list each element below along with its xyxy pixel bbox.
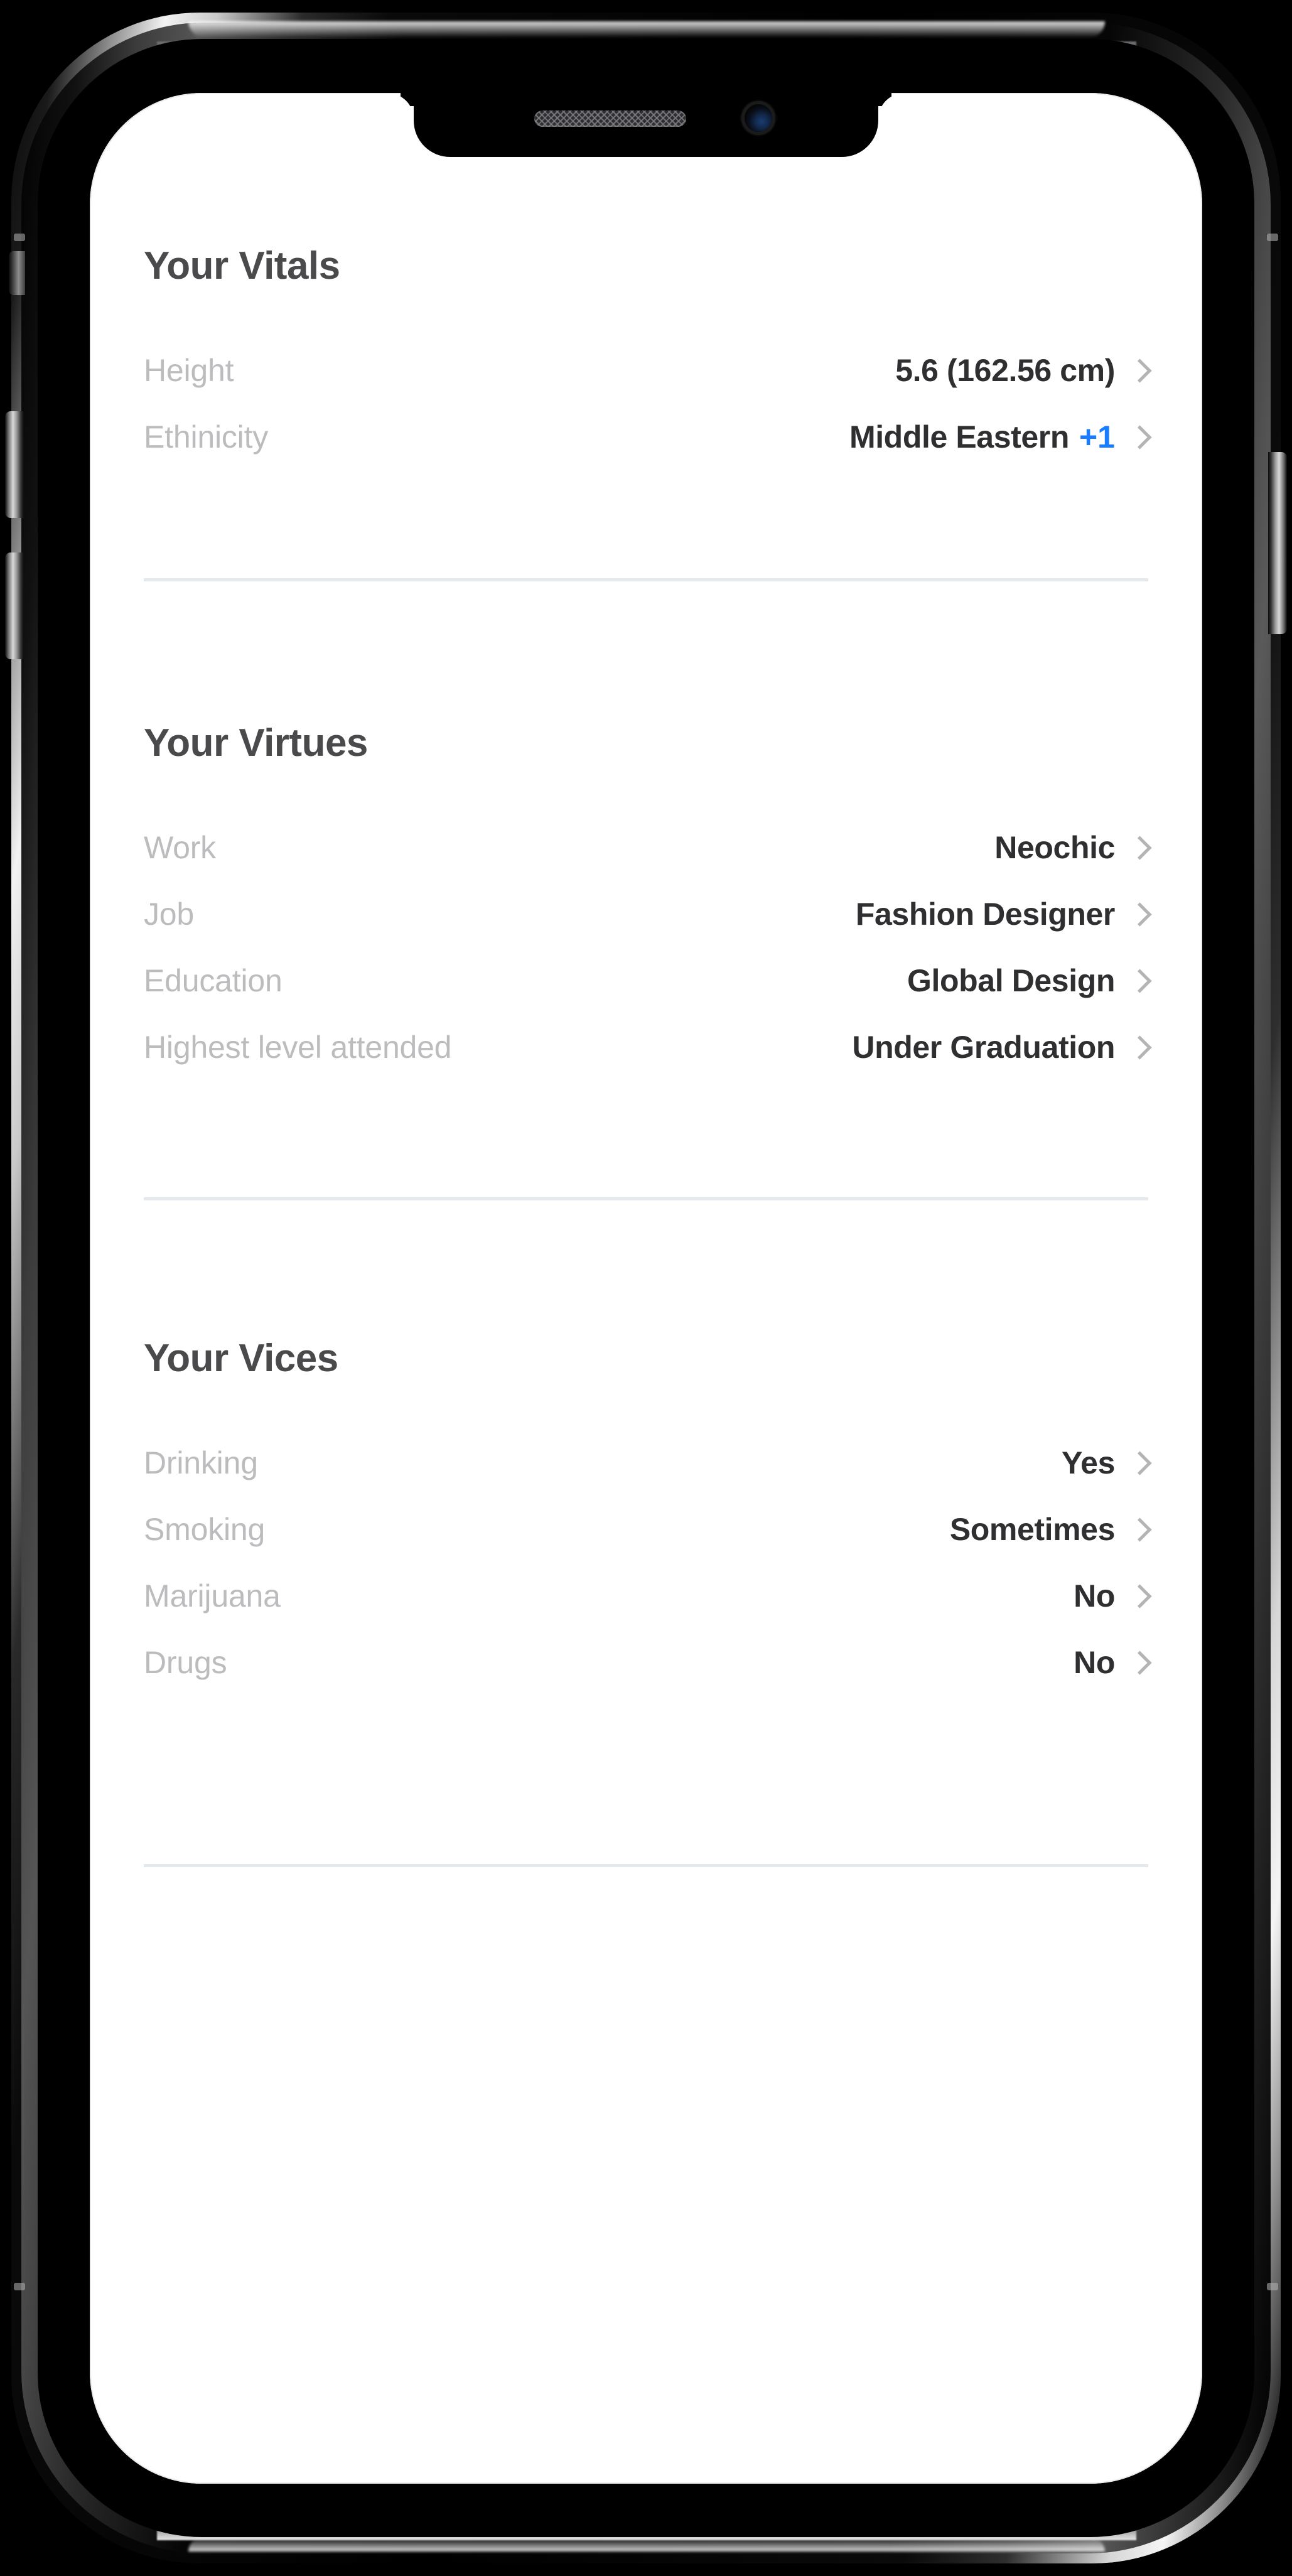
chevron-right-icon — [1128, 1583, 1152, 1609]
row-work[interactable]: Work Neochic — [144, 814, 1152, 881]
row-value: Neochic — [994, 830, 1115, 865]
row-label: Job — [144, 897, 195, 932]
rows-vitals: Height 5.6 (162.56 cm) Ethinicity Middle… — [144, 337, 1152, 470]
frame-top-highlight — [188, 21, 1105, 38]
row-right: Middle Eastern +1 — [849, 419, 1152, 455]
row-smoking[interactable]: Smoking Sometimes — [144, 1496, 1152, 1563]
row-height[interactable]: Height 5.6 (162.56 cm) — [144, 337, 1152, 404]
row-highest-level-attended[interactable]: Highest level attended Under Graduation — [144, 1014, 1152, 1081]
row-ethinicity[interactable]: Ethinicity Middle Eastern +1 — [144, 404, 1152, 470]
antenna-band-right-bottom — [1267, 2283, 1278, 2290]
chevron-right-icon — [1128, 1517, 1152, 1542]
phone-screen: Your Vitals Height 5.6 (162.56 cm) Ethin… — [90, 93, 1202, 2484]
row-value: No — [1074, 1645, 1115, 1680]
row-right: No — [1074, 1578, 1152, 1614]
section-vices: Your Vices Drinking Yes Smoking Sometime… — [144, 1200, 1152, 1867]
row-job[interactable]: Job Fashion Designer — [144, 881, 1152, 947]
row-extra-count-badge: +1 — [1079, 419, 1115, 455]
row-label: Education — [144, 963, 283, 998]
antenna-band-left-top — [14, 234, 25, 241]
row-value: No — [1074, 1578, 1115, 1614]
row-education[interactable]: Education Global Design — [144, 947, 1152, 1014]
row-value: Middle Eastern — [849, 419, 1069, 455]
chevron-right-icon — [1128, 902, 1152, 927]
row-label: Drinking — [144, 1445, 258, 1480]
antenna-band-right-top — [1267, 234, 1278, 241]
row-right: No — [1074, 1644, 1152, 1681]
row-right: Under Graduation — [852, 1029, 1152, 1065]
rows-vices: Drinking Yes Smoking Sometimes Marijuana… — [144, 1430, 1152, 1696]
chevron-right-icon — [1128, 1450, 1152, 1475]
row-label: Height — [144, 353, 234, 388]
chevron-right-icon — [1128, 424, 1152, 450]
row-label: Drugs — [144, 1645, 227, 1680]
row-right: Neochic — [994, 829, 1152, 866]
frame-bottom-highlight — [188, 2538, 1105, 2552]
antenna-band-left-bottom — [14, 2283, 25, 2290]
row-label: Work — [144, 830, 216, 865]
row-marijuana[interactable]: Marijuana No — [144, 1563, 1152, 1629]
row-right: 5.6 (162.56 cm) — [895, 352, 1152, 389]
row-value: Fashion Designer — [855, 897, 1116, 932]
row-drinking[interactable]: Drinking Yes — [144, 1430, 1152, 1496]
row-right: Global Design — [907, 962, 1152, 999]
row-value: 5.6 (162.56 cm) — [895, 353, 1115, 388]
section-vitals: Your Vitals Height 5.6 (162.56 cm) Ethin… — [144, 93, 1152, 581]
earpiece-speaker-icon — [534, 110, 686, 127]
row-right: Yes — [1061, 1445, 1152, 1481]
row-right: Fashion Designer — [855, 896, 1152, 932]
volume-up-button[interactable] — [5, 411, 24, 518]
row-right: Sometimes — [949, 1511, 1152, 1548]
row-drugs[interactable]: Drugs No — [144, 1629, 1152, 1696]
row-label: Smoking — [144, 1512, 266, 1547]
chevron-right-icon — [1128, 835, 1152, 860]
section-title-vitals: Your Vitals — [144, 244, 340, 288]
chevron-right-icon — [1128, 968, 1152, 993]
volume-down-button[interactable] — [5, 552, 24, 659]
row-value: Under Graduation — [852, 1030, 1115, 1065]
row-value: Global Design — [907, 963, 1115, 998]
screenshot-stage: Your Vitals Height 5.6 (162.56 cm) Ethin… — [0, 0, 1292, 2576]
chevron-right-icon — [1128, 1650, 1152, 1675]
row-label: Highest level attended — [144, 1030, 452, 1065]
profile-details-page: Your Vitals Height 5.6 (162.56 cm) Ethin… — [90, 93, 1202, 2484]
rows-virtues: Work Neochic Job Fashion Designer Educat… — [144, 814, 1152, 1081]
front-camera-icon — [745, 104, 772, 132]
row-value: Yes — [1061, 1445, 1115, 1480]
section-virtues: Your Virtues Work Neochic Job Fashion De… — [144, 581, 1152, 1200]
power-button[interactable] — [1268, 452, 1287, 634]
section-divider-bottom — [144, 1864, 1148, 1867]
chevron-right-icon — [1128, 1035, 1152, 1060]
row-value: Sometimes — [949, 1512, 1116, 1547]
row-label: Marijuana — [144, 1578, 281, 1614]
row-label: Ethinicity — [144, 419, 269, 455]
section-title-vices: Your Vices — [144, 1337, 338, 1380]
device-notch — [414, 93, 878, 157]
chevron-right-icon — [1128, 358, 1152, 383]
silent-switch[interactable] — [9, 251, 25, 295]
section-title-virtues: Your Virtues — [144, 721, 368, 765]
